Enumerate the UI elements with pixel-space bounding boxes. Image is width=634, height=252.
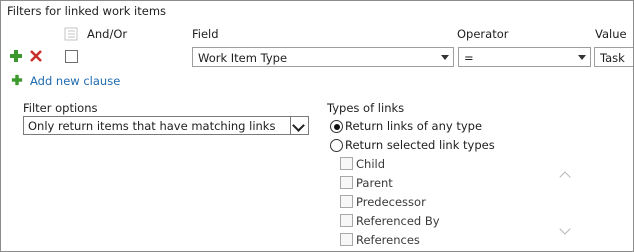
link-type-checkbox[interactable] [340,157,353,170]
radio-selected-types[interactable] [330,139,343,152]
radio-any-type-label[interactable]: Return links of any type [345,119,482,133]
link-type-checkbox[interactable] [340,214,353,227]
types-of-links-label: Types of links [327,101,405,115]
link-type-label: Referenced By [356,214,440,228]
link-type-label: Parent [356,176,393,190]
add-new-clause-link[interactable]: Add new clause [30,74,120,88]
filter-options-select[interactable]: Only return items that have matching lin… [23,116,309,135]
column-value: Value [595,27,627,41]
grouping-icon[interactable] [64,27,78,41]
link-type-label: Child [356,157,386,171]
link-type-checkbox[interactable] [340,176,353,189]
field-dropdown-value: Work Item Type [198,51,288,65]
link-type-label: References [356,233,420,247]
scroll-down-icon[interactable] [559,223,571,235]
operator-dropdown-value: = [464,51,474,65]
clause-group-checkbox[interactable] [65,50,78,63]
column-andor: And/Or [87,27,128,41]
filter-options-label: Filter options [23,101,98,115]
panel-title: Filters for linked work items [7,4,167,18]
radio-any-type[interactable] [330,120,343,133]
value-field-value: Task [600,51,625,65]
link-type-checkbox[interactable] [340,233,353,246]
chevron-down-icon [578,55,586,60]
value-field[interactable]: Task [594,47,633,67]
chevron-down-icon[interactable] [290,117,308,134]
linked-work-items-filter-panel: Filters for linked work items And/Or Fie… [0,0,634,252]
filter-options-value: Only return items that have matching lin… [28,119,276,133]
insert-clause-icon[interactable] [9,49,23,63]
link-type-checkbox[interactable] [340,195,353,208]
radio-selected-types-label[interactable]: Return selected link types [345,138,495,152]
link-types-scrollbar[interactable] [557,153,575,251]
operator-dropdown[interactable]: = [458,47,591,67]
column-field: Field [192,27,219,41]
column-operator: Operator [457,27,509,41]
plus-icon[interactable] [11,74,23,86]
delete-clause-icon[interactable] [29,49,43,63]
field-dropdown[interactable]: Work Item Type [192,47,454,67]
link-type-label: Predecessor [356,195,426,209]
chevron-down-icon [441,55,449,60]
scroll-up-icon[interactable] [559,171,571,183]
